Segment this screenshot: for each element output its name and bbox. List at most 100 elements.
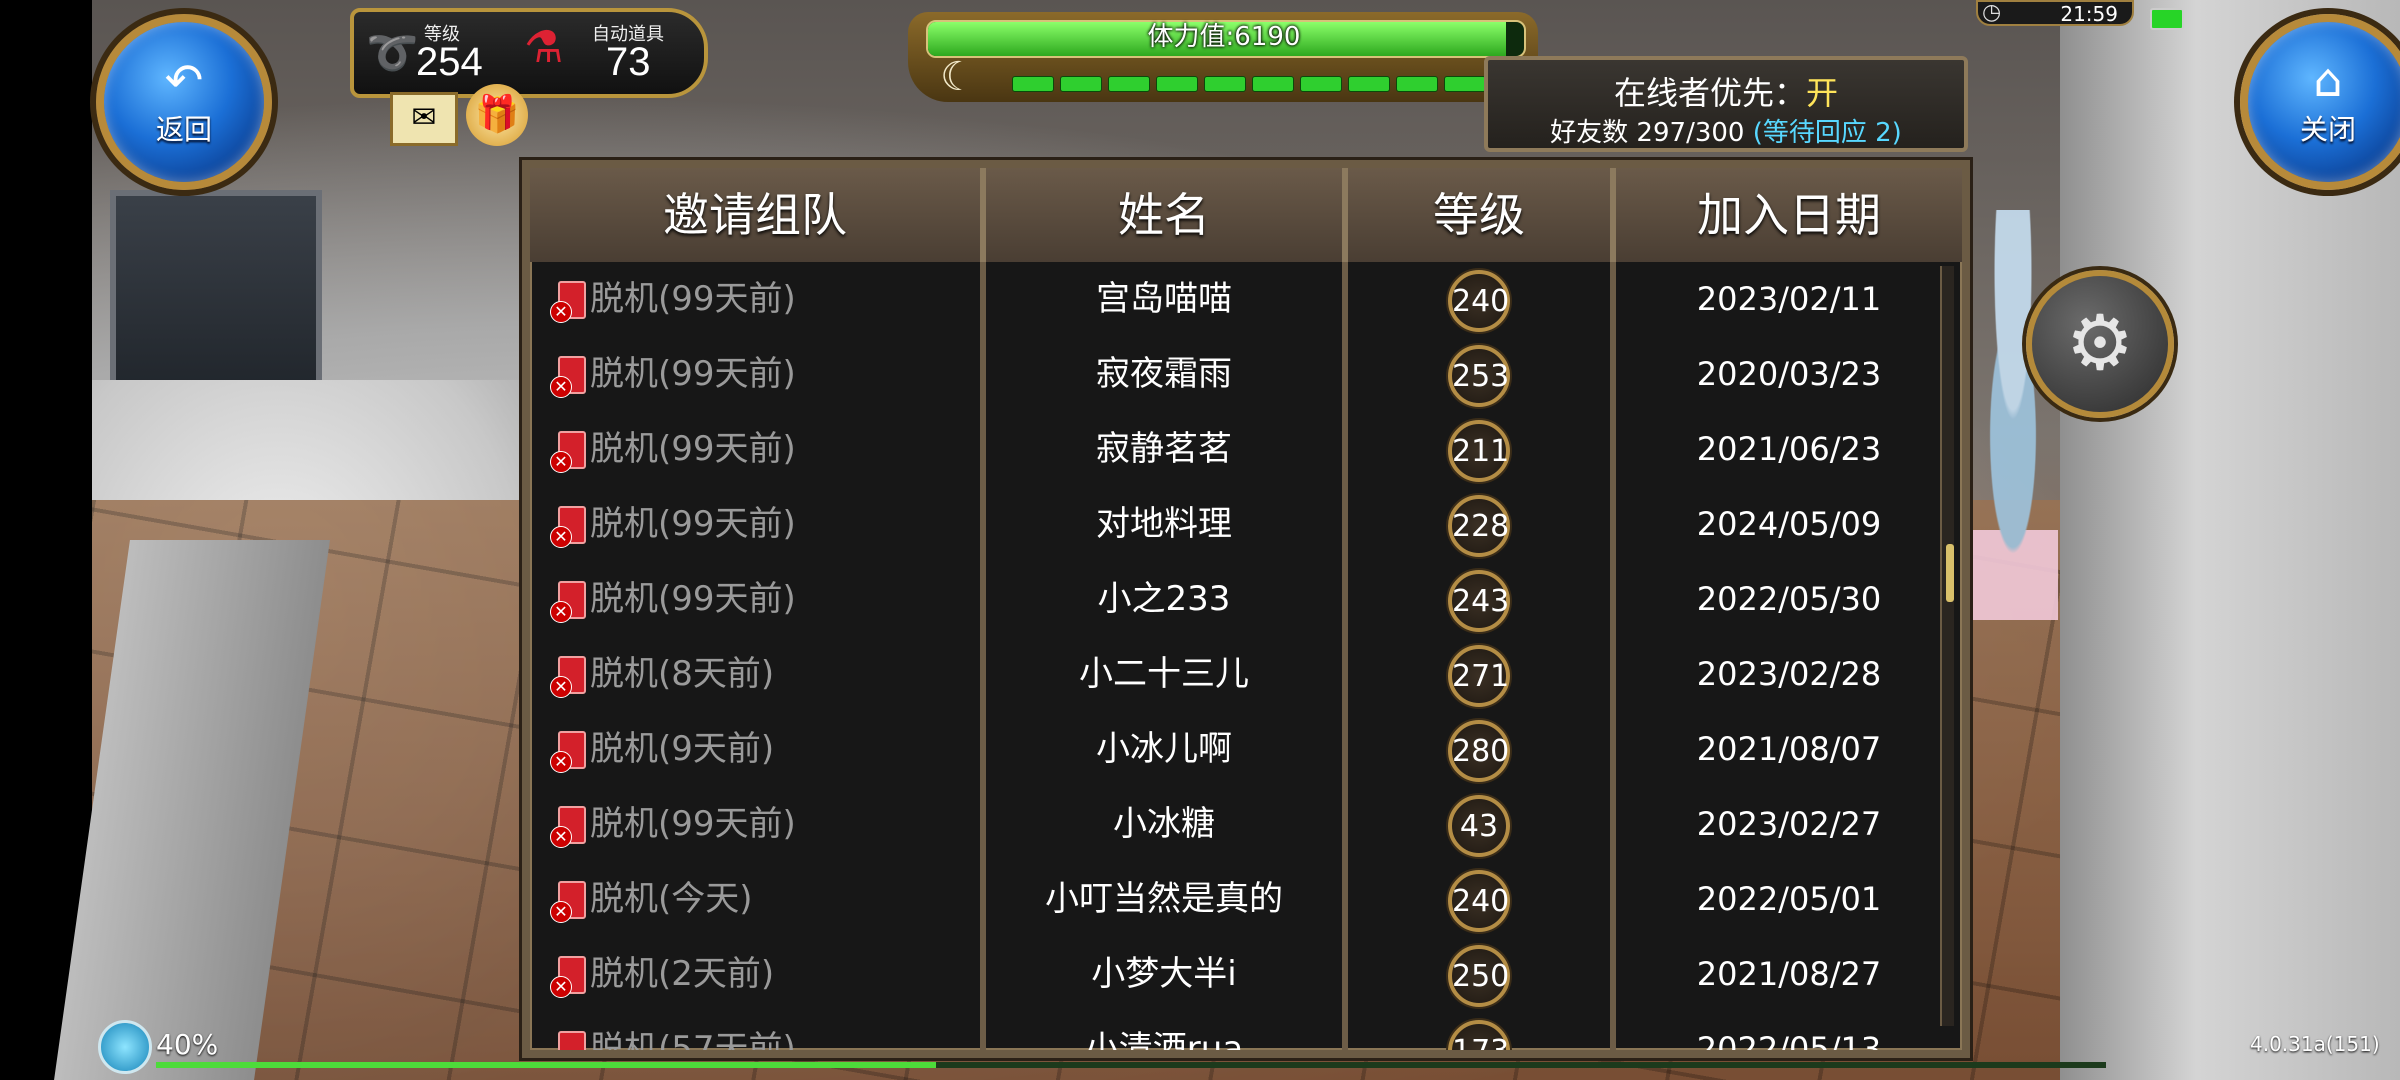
header-invite-team[interactable]: 邀请组队: [530, 168, 986, 262]
offline-phone-icon: ✕: [550, 580, 586, 623]
offline-phone-icon: ✕: [550, 280, 586, 323]
invite-status-cell[interactable]: ✕ 脱机(今天): [530, 862, 986, 937]
friend-name: 寂静茗茗: [986, 412, 1348, 487]
gear-icon: ⚙: [2065, 298, 2135, 387]
level-badge: 250: [1448, 944, 1510, 1007]
version-label: 4.0.31a(151): [2250, 1032, 2380, 1056]
level-badge: 243: [1448, 569, 1510, 632]
offline-status-text: 脱机(99天前): [590, 804, 796, 844]
player-character: [1968, 210, 2058, 620]
join-date: 2023/02/27: [1696, 805, 1882, 843]
table-row[interactable]: ✕脱机(57天前)小清酒rua1732022/05/13: [530, 1012, 1962, 1050]
table-body[interactable]: ✕ 脱机(99天前) 宫岛喵喵 240 2023/02/11 ✕ 脱机(99天前) 寂夜霜雨 2…: [530, 262, 1962, 1050]
table-row[interactable]: ✕ 脱机(9天前) 小冰儿啊 280 2021/08/07: [530, 712, 1962, 787]
offline-status-text: 脱机(2天前): [590, 954, 775, 994]
offline-phone-icon: ✕: [550, 1030, 586, 1050]
header-name[interactable]: 姓名: [986, 168, 1348, 262]
offline-phone-icon: ✕: [550, 430, 586, 473]
online-priority-label: 在线者优先：: [1613, 74, 1806, 112]
table-row[interactable]: ✕ 脱机(99天前) 小之233 243 2022/05/30: [530, 562, 1962, 637]
online-priority-panel[interactable]: 在线者优先：开 好友数 297/300 (等待回应 2): [1484, 56, 1968, 152]
invite-status-cell[interactable]: ✕ 脱机(2天前): [530, 937, 986, 1012]
offline-phone-icon: ✕: [550, 505, 586, 548]
friend-name: 小冰糖: [986, 787, 1348, 862]
join-date: 2021/06/23: [1696, 430, 1882, 468]
level-badge: 271: [1448, 644, 1510, 707]
friend-name: 宫岛喵喵: [986, 262, 1348, 337]
offline-status-text: 脱机(99天前): [590, 504, 796, 544]
online-priority-value: 开: [1806, 74, 1839, 112]
invite-status-cell[interactable]: ✕ 脱机(99天前): [530, 262, 986, 337]
table-row[interactable]: ✕ 脱机(今天) 小叮当然是真的 240 2022/05/01: [530, 862, 1962, 937]
header-level[interactable]: 等级: [1348, 168, 1616, 262]
friend-name: 小叮当然是真的: [986, 862, 1348, 937]
friend-name: 对地料理: [986, 487, 1348, 562]
download-progress-bar: [156, 1062, 2106, 1068]
table-row[interactable]: ✕ 脱机(8天前) 小二十三儿 271 2023/02/28: [530, 637, 1962, 712]
level-cell: 228: [1348, 487, 1616, 562]
invite-status-cell[interactable]: ✕脱机(57天前): [530, 1012, 986, 1050]
waiting-response: (等待回应 2): [1752, 118, 1902, 148]
clock-icon: ◷: [1982, 0, 2002, 25]
invite-status-cell[interactable]: ✕ 脱机(99天前): [530, 487, 986, 562]
moon-icon: ☾: [940, 54, 976, 100]
settings-gear-button[interactable]: ⚙: [2026, 270, 2174, 418]
invite-status-cell[interactable]: ✕ 脱机(9天前): [530, 712, 986, 787]
table-row[interactable]: ✕ 脱机(99天前) 寂静茗茗 211 2021/06/23: [530, 412, 1962, 487]
level-cell: 253: [1348, 337, 1616, 412]
table-row[interactable]: ✕ 脱机(99天前) 宫岛喵喵 240 2023/02/11: [530, 262, 1962, 337]
gift-icon[interactable]: 🎁: [466, 84, 528, 146]
game-screen: ↶ 返回 ➰ 等级 254 ⚗ 自动道具 73 ✉ 🎁 体力值:6190 ☾ 2…: [0, 0, 2400, 1080]
invite-status-cell[interactable]: ✕ 脱机(99天前): [530, 787, 986, 862]
level-cell: 240: [1348, 862, 1616, 937]
level-cell: 243: [1348, 562, 1616, 637]
join-date: 2022/05/01: [1696, 880, 1882, 918]
level-cell: 280: [1348, 712, 1616, 787]
online-priority-row[interactable]: 在线者优先：开: [1488, 68, 1964, 114]
table-row[interactable]: ✕ 脱机(99天前) 小冰糖 43 2023/02/27: [530, 787, 1962, 862]
table-header: 邀请组队 姓名 等级 加入日期: [530, 168, 1962, 262]
friend-name: 小之233: [986, 562, 1348, 637]
table-scrollbar[interactable]: [1940, 266, 1954, 1026]
table-row[interactable]: ✕ 脱机(99天前) 寂夜霜雨 253 2020/03/23: [530, 337, 1962, 412]
mail-icon[interactable]: ✉: [390, 92, 458, 146]
invite-status-cell[interactable]: ✕ 脱机(99天前): [530, 562, 986, 637]
join-date: 2024/05/09: [1696, 505, 1882, 543]
header-join-date[interactable]: 加入日期: [1616, 168, 1962, 262]
join-date: 2022/05/30: [1696, 580, 1882, 618]
level-swirl-icon: ➰: [366, 28, 419, 77]
invite-status-cell[interactable]: ✕ 脱机(99天前): [530, 337, 986, 412]
invite-status-cell[interactable]: ✕ 脱机(99天前): [530, 412, 986, 487]
back-button[interactable]: ↶ 返回: [96, 14, 272, 190]
download-progress-text: 40%: [156, 1028, 219, 1061]
level-badge: 43: [1448, 794, 1510, 857]
level-badge: 211: [1448, 419, 1510, 482]
level-badge: 173: [1448, 1019, 1510, 1050]
level-badge: 240: [1448, 869, 1510, 932]
stamina-segments: [1012, 76, 1534, 92]
offline-status-text: 脱机(99天前): [590, 354, 796, 394]
offline-status-text: 脱机(57天前): [590, 1029, 796, 1050]
table-row[interactable]: ✕ 脱机(99天前) 对地料理 228 2024/05/09: [530, 487, 1962, 562]
offline-status-text: 脱机(99天前): [590, 279, 796, 319]
level-badge: 280: [1448, 719, 1510, 782]
table-scrollbar-thumb[interactable]: [1946, 544, 1954, 602]
friend-name: 小清酒rua: [986, 1012, 1348, 1050]
level-badge: 253: [1448, 344, 1510, 407]
friends-table: 邀请组队 姓名 等级 加入日期 ✕ 脱机(99天前) 宫岛喵喵 240 2023/02/…: [522, 160, 1970, 1058]
friend-count: 好友数 297/300: [1550, 118, 1745, 148]
friend-name: 小梦大半i: [986, 937, 1348, 1012]
offline-status-text: 脱机(今天): [590, 879, 753, 919]
offline-phone-icon: ✕: [550, 955, 586, 998]
level-cell: 250: [1348, 937, 1616, 1012]
level-cell: 271: [1348, 637, 1616, 712]
invite-status-cell[interactable]: ✕ 脱机(8天前): [530, 637, 986, 712]
join-date: 2020/03/23: [1696, 355, 1882, 393]
friend-name: 小冰儿啊: [986, 712, 1348, 787]
back-arrow-icon: ↶: [164, 53, 204, 107]
join-date: 2023/02/11: [1696, 280, 1882, 318]
stamina-text: 体力值:6190: [1147, 22, 1301, 52]
table-row[interactable]: ✕ 脱机(2天前) 小梦大半i 250 2021/08/27: [530, 937, 1962, 1012]
join-date: 2022/05/13: [1696, 1030, 1882, 1050]
offline-phone-icon: ✕: [550, 730, 586, 773]
